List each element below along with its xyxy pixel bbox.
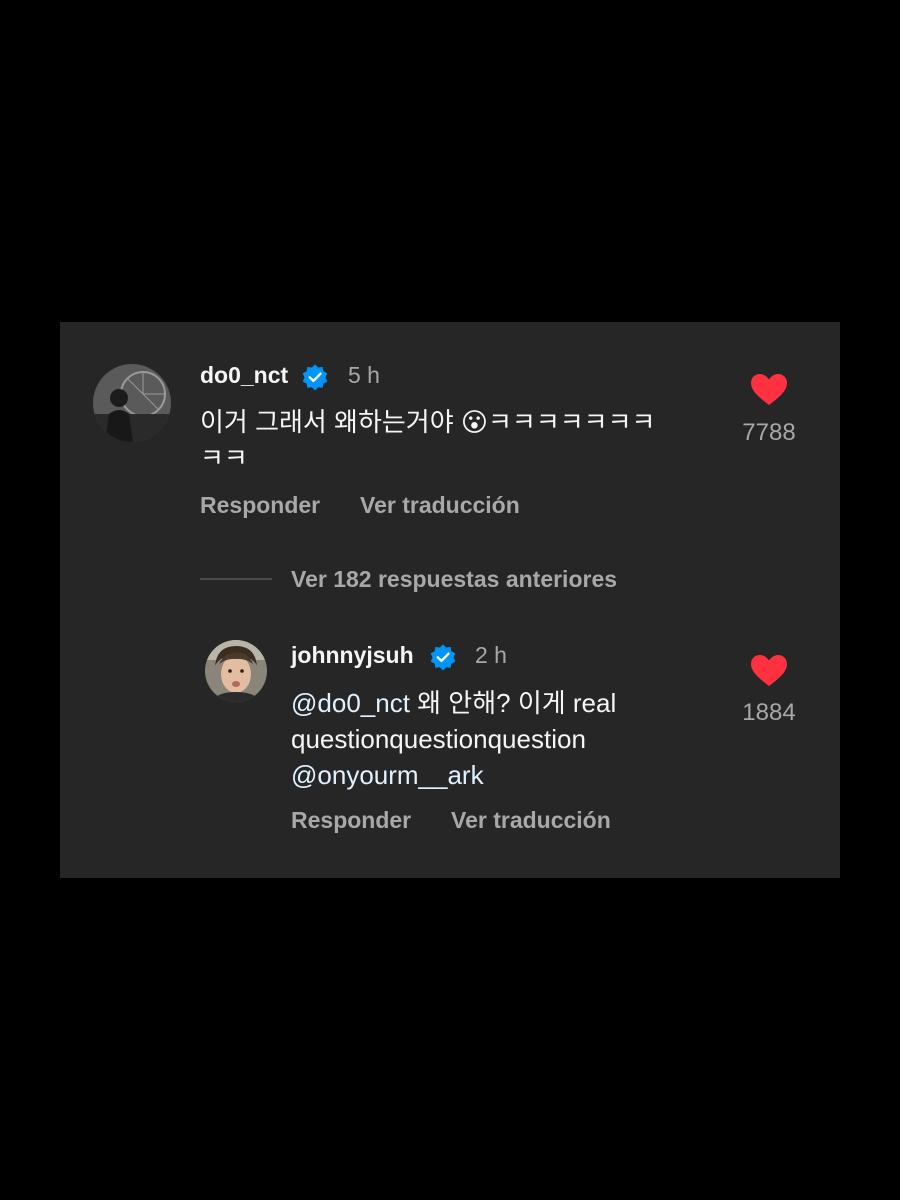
comment-text-line: 이거 그래서 왜하는거야 😮ㅋㅋㅋㅋㅋㅋㅋ xyxy=(200,407,656,437)
reply-text-line: questionquestionquestion xyxy=(291,724,586,754)
comments-panel: do0_nct 5 h 이거 그래서 왜하는거야 😮ㅋㅋㅋㅋㅋㅋㅋ ㅋㅋ 778… xyxy=(60,322,840,878)
mention-link[interactable]: @do0_nct xyxy=(291,688,410,718)
translate-button[interactable]: Ver traducción xyxy=(451,807,611,834)
reply-text-fragment: 왜 안해? 이게 real xyxy=(409,688,617,718)
divider xyxy=(200,578,272,580)
like-count: 7788 xyxy=(742,419,796,446)
reply-button[interactable]: Responder xyxy=(291,807,411,834)
comment-text-line: ㅋㅋ xyxy=(200,443,248,473)
avatar[interactable] xyxy=(205,640,267,702)
reply-text-line: @onyourm__ark xyxy=(291,757,616,793)
heart-icon[interactable] xyxy=(751,655,787,687)
heart-icon[interactable] xyxy=(751,374,787,406)
reply-username[interactable]: johnnyjsuh xyxy=(291,642,414,669)
verified-badge-icon xyxy=(302,364,328,391)
translate-button[interactable]: Ver traducción xyxy=(360,492,520,519)
mention-link[interactable]: @onyourm__ark xyxy=(291,760,484,790)
avatar[interactable] xyxy=(93,364,171,442)
comment-username[interactable]: do0_nct xyxy=(200,362,288,389)
like-count: 1884 xyxy=(742,699,796,726)
view-replies-button[interactable]: Ver 182 respuestas anteriores xyxy=(291,566,617,593)
reply-timestamp: 2 h xyxy=(475,642,507,668)
reply-text: @do0_nct 왜 안해? 이게 real questionquestionq… xyxy=(291,685,616,793)
comment-text: 이거 그래서 왜하는거야 😮ㅋㅋㅋㅋㅋㅋㅋ ㅋㅋ xyxy=(200,404,655,476)
verified-badge-icon xyxy=(430,644,456,671)
reply-button[interactable]: Responder xyxy=(200,492,320,519)
comment-timestamp: 5 h xyxy=(348,362,380,388)
reply-text-line: @do0_nct 왜 안해? 이게 real xyxy=(291,685,616,721)
